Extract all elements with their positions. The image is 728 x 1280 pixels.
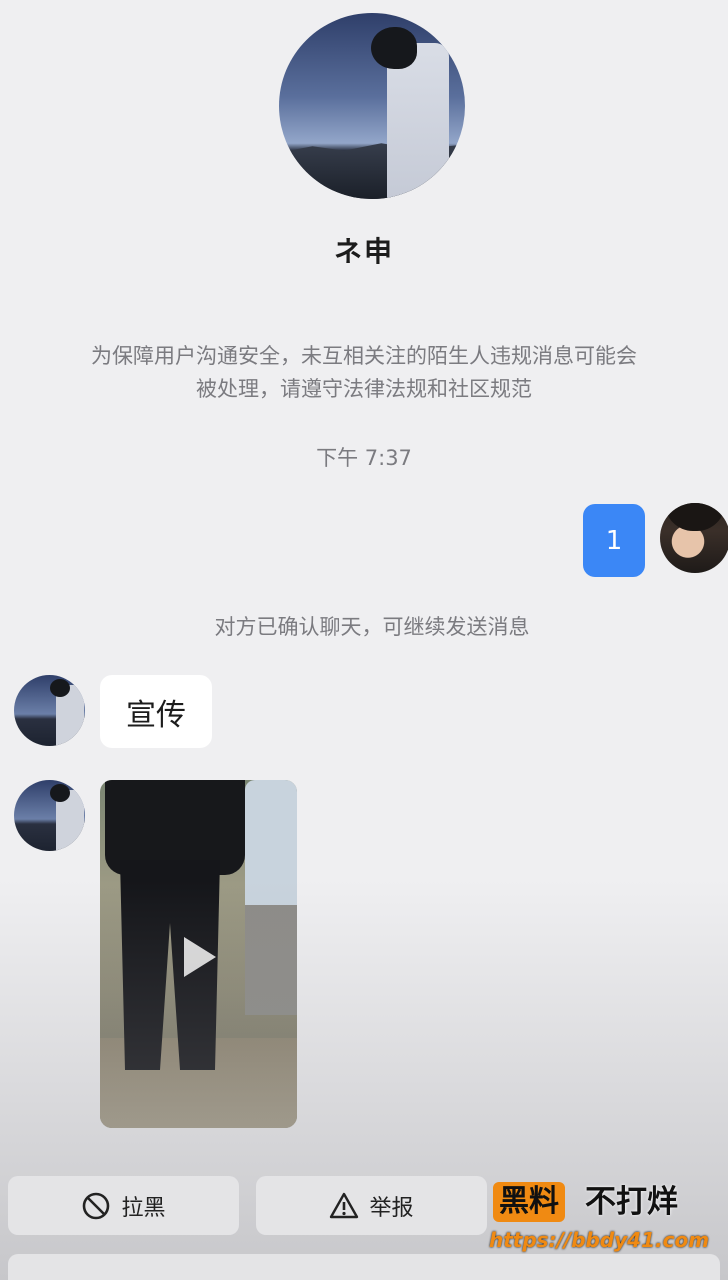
chat-screen: ネ申 为保障用户沟通安全，未互相关注的陌生人违规消息可能会被处理，请遵守法律法规… (0, 0, 728, 1280)
profile-name[interactable]: ネ申 (0, 230, 728, 270)
safety-notice: 为保障用户沟通安全，未互相关注的陌生人违规消息可能会被处理，请遵守法律法规和社区… (91, 344, 637, 401)
block-icon (83, 1192, 110, 1219)
video-message-thumbnail[interactable] (100, 780, 297, 1128)
watermark: 黑料 不打烊 https://bbdy41.com (487, 1180, 728, 1260)
profile-avatar[interactable] (279, 13, 465, 199)
report-button[interactable]: 举报 (256, 1176, 487, 1235)
incoming-message-bubble[interactable]: 宣传 (100, 675, 212, 748)
outgoing-message-bubble[interactable]: 1 (583, 504, 645, 577)
video-second-person (245, 780, 297, 910)
message-timestamp: 下午 7:37 (316, 446, 412, 470)
peer-avatar[interactable] (14, 675, 85, 746)
play-icon[interactable] (184, 937, 216, 977)
avatar-head (371, 27, 417, 69)
video-second-person-pants (245, 905, 297, 1015)
system-message: 对方已确认聊天，可继续发送消息 (214, 615, 530, 639)
warning-icon (330, 1192, 359, 1218)
watermark-badge: 黑料 (493, 1182, 565, 1222)
report-label: 举报 (369, 1195, 414, 1221)
message-input-bar[interactable] (8, 1254, 720, 1280)
watermark-text: 不打烊 (585, 1184, 678, 1220)
block-label: 拉黑 (121, 1195, 166, 1221)
peer-avatar-head (50, 784, 70, 802)
my-avatar[interactable] (660, 503, 728, 573)
watermark-url: https://bbdy41.com (489, 1228, 710, 1252)
my-avatar-hair (665, 503, 725, 531)
peer-avatar[interactable] (14, 780, 85, 851)
peer-avatar-head (50, 679, 70, 697)
block-button[interactable]: 拉黑 (8, 1176, 239, 1235)
